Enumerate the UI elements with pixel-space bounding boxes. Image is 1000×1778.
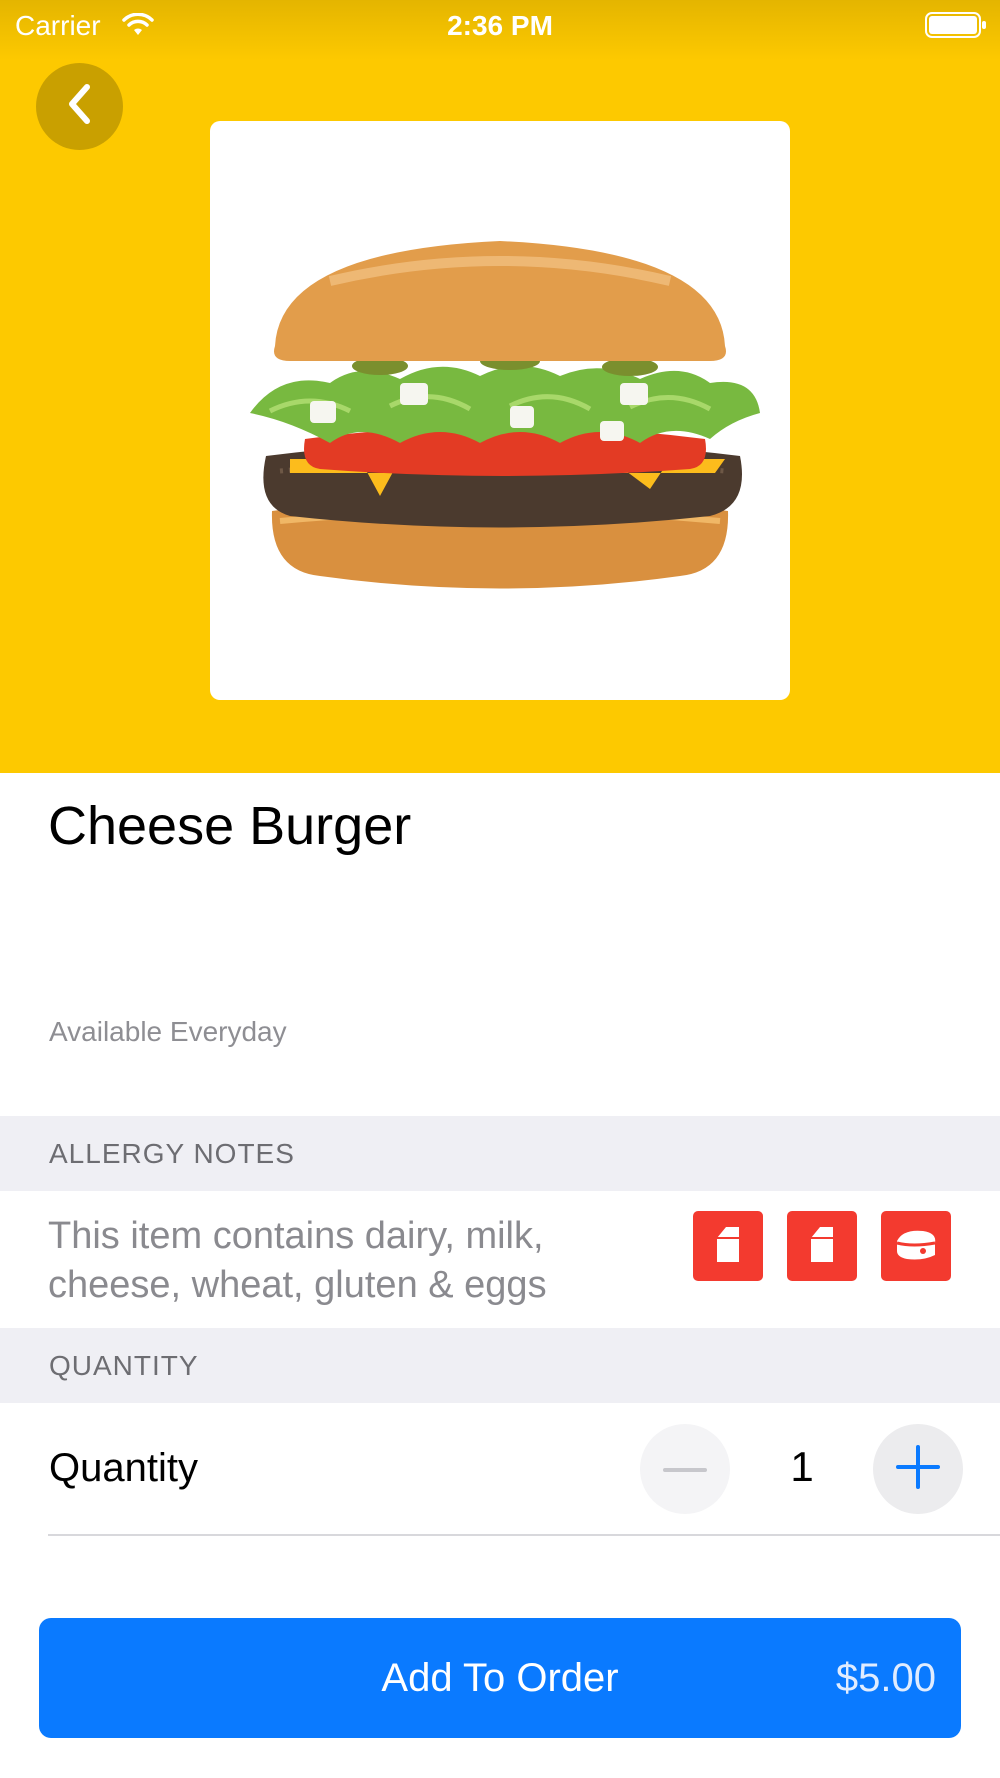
back-button[interactable] [36,63,123,150]
cheeseburger-image [250,241,760,589]
minus-icon [663,1460,707,1478]
quantity-section-header: QUANTITY [0,1328,1000,1403]
increment-button[interactable] [873,1424,963,1514]
quantity-label: Quantity [49,1446,198,1490]
chevron-left-icon [62,82,98,131]
milk-carton-icon [807,1224,837,1269]
allergy-section-title: ALLERGY NOTES [49,1138,295,1169]
allergen-badge-cheese [881,1211,951,1281]
quantity-section-title: QUANTITY [49,1350,199,1381]
availability-label: Available Everyday [49,1016,287,1047]
quantity-value: 1 [790,1443,814,1490]
add-to-order-label: Add To Order [381,1656,619,1700]
plus-icon [896,1444,940,1494]
allergy-notes-text: This item contains dairy, milk, cheese, … [48,1215,547,1306]
status-bar: Carrier 2:36 PM [0,0,1000,52]
battery-icon [925,12,987,45]
product-title: Cheese Burger [48,796,412,856]
product-image-card [210,121,790,700]
add-to-order-button[interactable]: Add To Order $5.00 [39,1618,961,1738]
status-time: 2:36 PM [447,10,553,41]
allergen-badge-milk [787,1211,857,1281]
decrement-button[interactable] [640,1424,730,1514]
quantity-divider [48,1534,1000,1536]
allergen-badge-dairy [693,1211,763,1281]
order-price: $5.00 [835,1656,936,1700]
allergy-section-header: ALLERGY NOTES [0,1116,1000,1191]
milk-carton-icon [713,1224,743,1269]
product-header: Carrier 2:36 PM [0,0,1000,773]
cheese-icon [893,1225,939,1268]
